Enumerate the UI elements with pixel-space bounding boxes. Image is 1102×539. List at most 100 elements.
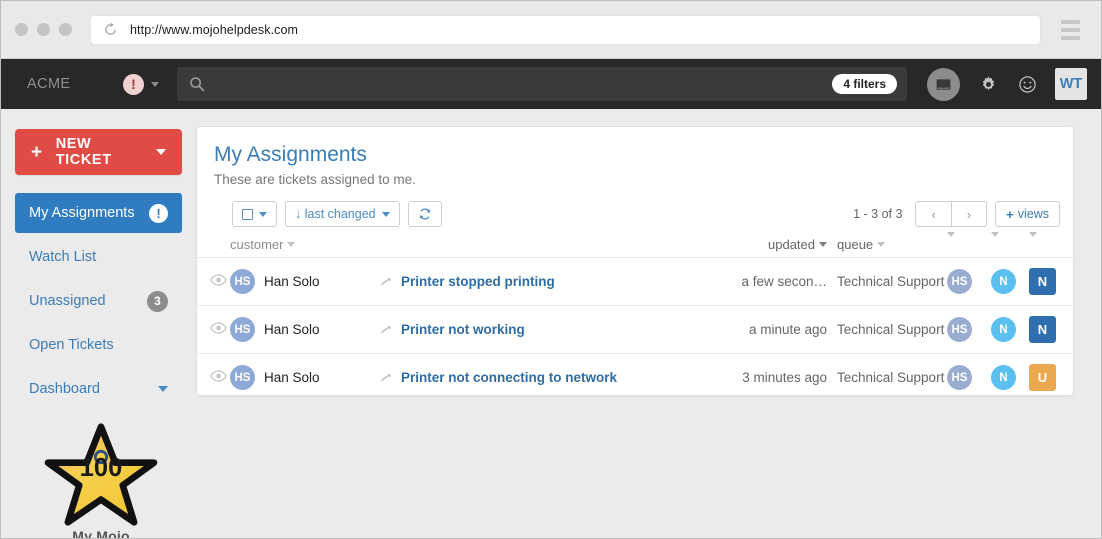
badge-cell-3[interactable]: N [1029,258,1073,306]
customer-name: Han Solo [264,322,320,337]
queue-cell: Technical Support [827,258,947,306]
customer-cell: HS Han Solo [230,306,380,354]
close-window-dot[interactable] [15,23,28,36]
watch-cell[interactable] [197,306,230,354]
table-row[interactable]: HS Han Solo Printer not connecting to ne… [197,354,1073,397]
th-badge-3[interactable] [1029,237,1073,258]
th-badge-1[interactable] [947,237,991,258]
hamburger-menu-icon[interactable] [1053,13,1087,47]
badge-cell-1[interactable]: HS [947,258,991,306]
th-badge-2[interactable] [991,237,1029,258]
table-row[interactable]: HS Han Solo Printer not working [197,306,1073,354]
th-customer[interactable]: customer [230,237,380,258]
add-views-button[interactable]: + views [995,201,1060,227]
subject-cell[interactable]: Printer not working [380,306,709,354]
badge-cell-2[interactable]: N [991,258,1029,306]
assignee-badge: HS [947,269,972,294]
browser-window: http://www.mojohelpdesk.com ACME ! 4 fil… [0,0,1102,539]
chevron-down-icon [947,232,955,252]
updated-cell: a minute ago [709,306,827,354]
updated-cell: 3 minutes ago [709,354,827,397]
eye-icon[interactable] [210,274,227,286]
mojo-badge[interactable]: 100 My Mojo [41,421,161,539]
alert-menu[interactable]: ! [123,74,159,95]
th-customer-label: customer [230,237,283,252]
table-header-row: customer updated queue [197,237,1073,258]
app-top-bar: ACME ! 4 filters [1,59,1101,109]
filters-badge[interactable]: 4 filters [832,74,897,94]
table-row[interactable]: HS Han Solo Printer stopped printing [197,258,1073,306]
badge-cell-2[interactable]: N [991,354,1029,397]
chevron-down-icon [819,242,827,247]
sort-dropdown[interactable]: ↓ last changed [285,201,400,227]
eye-icon[interactable] [210,322,227,334]
card-header: My Assignments These are tickets assigne… [197,127,1073,197]
book-icon[interactable] [927,68,960,101]
new-ticket-button[interactable]: + NEW TICKET [15,129,182,175]
assignee-badge: HS [947,317,972,342]
sidebar-item-my-assignments[interactable]: My Assignments ! [15,193,182,233]
page-subtitle: These are tickets assigned to me. [214,172,1056,187]
subject-cell[interactable]: Printer stopped printing [380,258,709,306]
ticket-subject-link[interactable]: Printer stopped printing [401,274,555,289]
ticket-subject-link[interactable]: Printer not working [401,322,525,337]
chevron-down-icon [287,242,295,247]
th-queue[interactable]: queue [827,237,947,258]
assignee-badge: HS [947,365,972,390]
status-badge: N [991,269,1016,294]
th-queue-label: queue [837,237,873,252]
ticket-subject-link[interactable]: Printer not connecting to network [401,370,617,385]
reload-icon[interactable] [103,22,118,37]
watch-cell[interactable] [197,258,230,306]
badge-cell-2[interactable]: N [991,306,1029,354]
minimize-window-dot[interactable] [37,23,50,36]
result-count: 1 - 3 of 3 [853,207,902,221]
watch-cell[interactable] [197,354,230,397]
queue-cell: Technical Support [827,306,947,354]
badge-cell-1[interactable]: HS [947,306,991,354]
sidebar-item-watch-list[interactable]: Watch List [15,237,182,277]
queue-cell: Technical Support [827,354,947,397]
window-controls[interactable] [15,23,72,36]
arrow-icon [380,372,392,384]
sidebar-item-unassigned[interactable]: Unassigned 3 [15,281,182,321]
count-badge: 3 [147,291,168,312]
mojo-label: My Mojo [41,528,161,539]
select-all-dropdown[interactable] [232,201,277,227]
chevron-down-icon[interactable] [158,386,168,392]
th-updated[interactable]: updated [709,237,827,258]
refresh-button[interactable] [408,201,442,227]
plus-icon: + [31,143,43,162]
priority-badge: N [1029,316,1056,343]
chevron-left-icon: ‹ [925,207,941,222]
subject-cell[interactable]: Printer not connecting to network [380,354,709,397]
avatar: HS [230,317,255,342]
badge-cell-3[interactable]: N [1029,306,1073,354]
assignments-card: My Assignments These are tickets assigne… [196,126,1074,396]
tickets-table-head: customer updated queue [197,237,1073,258]
badge-cell-3[interactable]: U [1029,354,1073,397]
sidebar-item-label: Watch List [29,249,96,265]
maximize-window-dot[interactable] [59,23,72,36]
smiley-icon[interactable] [1016,73,1038,95]
chevron-down-icon [1029,232,1037,252]
chevron-down-icon[interactable] [156,149,166,155]
url-text: http://www.mojohelpdesk.com [130,23,298,37]
views-label: views [1018,207,1049,221]
chevron-down-icon [382,212,390,217]
badge-cell-1[interactable]: HS [947,354,991,397]
checkbox-icon [242,209,253,220]
th-subject [380,237,709,258]
status-badge: N [991,317,1016,342]
sidebar-item-dashboard[interactable]: Dashboard [15,369,182,409]
prev-page-button[interactable]: ‹ [915,201,951,227]
search-input[interactable]: 4 filters [177,67,907,101]
user-avatar[interactable]: WT [1055,68,1087,100]
gear-icon[interactable] [977,73,999,95]
address-bar[interactable]: http://www.mojohelpdesk.com [90,15,1041,45]
next-page-button[interactable]: › [952,201,987,227]
sidebar-item-open-tickets[interactable]: Open Tickets [15,325,182,365]
eye-icon[interactable] [210,370,227,382]
chevron-down-icon [259,212,267,217]
search-icon [189,76,205,92]
